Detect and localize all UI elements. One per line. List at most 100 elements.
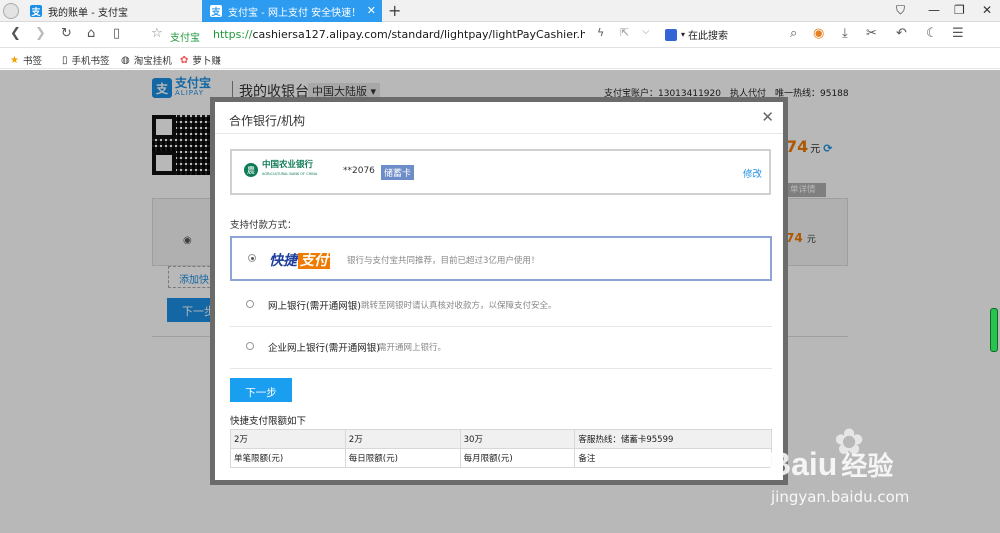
bookmark-label: 淘宝挂机	[133, 56, 172, 67]
table-cell: 客服热线：储蓄卡95599	[574, 429, 772, 449]
minimize-icon[interactable]: —	[928, 3, 940, 17]
bank-name-en: AGRICULTURAL BANK OF CHINA	[262, 172, 318, 176]
new-tab-button[interactable]: +	[388, 1, 401, 20]
tab-label: 支付宝 - 网上支付 安全快速！	[228, 7, 362, 19]
selected-bank-card[interactable]: 農 中国农业银行 AGRICULTURAL BANK OF CHINA **20…	[230, 149, 771, 195]
card-number: **2076	[343, 166, 375, 176]
close-icon[interactable]: ✕	[761, 108, 774, 126]
url-scheme: https://	[213, 28, 253, 41]
browser-tab-bar: 支 我的账单 - 支付宝 支 支付宝 - 网上支付 安全快速！ ✕ + ⛉ — …	[0, 0, 1000, 22]
phone-icon: ▯	[62, 54, 68, 66]
search-placeholder: 在此搜索	[688, 31, 729, 42]
bookmark-label: 手机书签	[71, 56, 110, 67]
bookmark-item-radish[interactable]: ✿ 萝卜赚	[180, 53, 221, 68]
watermark-brand: Baiu 经验	[768, 446, 893, 483]
bookmark-item-taobao[interactable]: ◍ 淘宝挂机	[121, 53, 172, 68]
card-type-badge: 储蓄卡	[381, 165, 415, 180]
watermark-url: jingyan.baidu.com	[771, 488, 910, 506]
radio-quick-pay[interactable]	[248, 254, 256, 262]
address-bar[interactable]: https://cashiersa127.alipay.com/standard…	[213, 28, 585, 41]
engine-dropdown-icon[interactable]: ▾	[681, 30, 685, 39]
tab-label: 我的账单 - 支付宝	[48, 7, 128, 19]
shirt-icon[interactable]: ⛉	[896, 3, 905, 18]
table-cell: 备注	[574, 448, 772, 468]
undo-icon[interactable]: ↶	[896, 26, 907, 41]
browser-nav-bar: ❮ ❯ ↻ ⌂ ▯ ☆ 支付宝 https://cashiersa127.ali…	[0, 22, 1000, 48]
site-identity[interactable]: 支付宝	[170, 29, 200, 44]
bookmark-item-mobile[interactable]: ▯ 手机书签	[62, 53, 110, 68]
game-icon[interactable]: ◉	[813, 26, 824, 41]
restore-icon[interactable]: ❐	[954, 3, 965, 17]
alipay-icon: 支	[210, 5, 222, 18]
quick-pay-logo: 快捷 支付	[269, 250, 330, 270]
table-row: 2万 2万 30万 客服热线：储蓄卡95599	[230, 429, 772, 449]
watermark-brand-en: Bai	[768, 446, 818, 482]
browser-logo-icon	[3, 3, 19, 19]
lightning-icon[interactable]: ϟ	[597, 26, 604, 39]
net-bank-desc: 跳转至网银时请认真核对收款方，以保障支付安全。	[361, 301, 557, 311]
option-quick-pay[interactable]: 快捷 支付 银行与支付宝共同推荐，目前已超过3亿用户使用！	[230, 236, 772, 281]
limit-title: 快捷支付限额如下	[230, 416, 307, 427]
tab-alipay-cashier[interactable]: 支 支付宝 - 网上支付 安全快速！ ✕	[202, 0, 382, 22]
menu-icon[interactable]: ☰	[952, 26, 964, 41]
search-engine-icon[interactable]	[665, 28, 677, 41]
modify-link[interactable]: 修改	[743, 166, 762, 180]
bookmark-label: 书签	[22, 56, 42, 67]
option-net-bank[interactable]: 网上银行(需开通网银) 跳转至网银时请认真核对收款方，以保障支付安全。	[230, 285, 772, 327]
bookmark-item-bookmarks[interactable]: ★ 书签	[10, 53, 42, 68]
back-icon[interactable]: ❮	[10, 26, 21, 41]
modal-title: 合作银行/机构	[229, 114, 306, 128]
reload-icon[interactable]: ↻	[61, 26, 72, 41]
radish-icon: ✿	[180, 54, 189, 66]
night-mode-icon[interactable]: ☾	[926, 26, 938, 41]
net-bank-label: 网上银行(需开通网银)	[268, 301, 361, 312]
quick-pay-label-pay: 支付	[298, 253, 330, 269]
tab-close-icon[interactable]: ✕	[367, 4, 376, 17]
forward-icon[interactable]: ❯	[35, 26, 46, 41]
bookmark-bar: ★ 书签 ▯ 手机书签 ◍ 淘宝挂机 ✿ 萝卜赚	[0, 48, 1000, 69]
bookmark-label: 萝卜赚	[192, 56, 221, 67]
bank-name-cn: 中国农业银行	[262, 160, 314, 170]
table-cell: 2万	[344, 429, 461, 449]
baidu-jingyan-watermark: ✿ Baiu 经验 jingyan.baidu.com	[768, 422, 968, 522]
side-scroll-handle[interactable]	[990, 308, 998, 352]
next-button[interactable]: 下一步	[230, 378, 292, 402]
table-cell: 每日限额(元)	[344, 448, 461, 468]
bank-modal-frame: 合作银行/机构 ✕ 農 中国农业银行 AGRICULTURAL BANK OF …	[210, 97, 788, 485]
table-cell: 2万	[230, 429, 346, 449]
bank-logo: 農 中国农业银行 AGRICULTURAL BANK OF CHINA	[244, 161, 317, 179]
table-row: 单笔限额(元) 每日限额(元) 每月限额(元) 备注	[230, 448, 772, 468]
table-cell: 单笔限额(元)	[230, 448, 346, 468]
url-text: cashiersa127.alipay.com/standard/lightpa…	[252, 28, 585, 41]
bank-modal: 合作银行/机构 ✕ 農 中国农业银行 AGRICULTURAL BANK OF …	[215, 102, 783, 480]
search-input[interactable]: ▾ 在此搜索	[665, 27, 728, 42]
quick-pay-label-main: 快捷	[269, 253, 297, 269]
corp-bank-label: 企业网上银行(需开通网银)	[268, 343, 380, 354]
cut-icon[interactable]: ✂	[866, 26, 877, 41]
radio-net-bank[interactable]	[246, 300, 254, 308]
corp-bank-desc: 需开通网上银行。	[378, 343, 447, 353]
dropdown-icon[interactable]: ⌵	[642, 26, 650, 37]
star-icon: ★	[10, 54, 19, 66]
radio-corp-bank[interactable]	[246, 342, 254, 350]
option-corp-bank[interactable]: 企业网上银行(需开通网银) 需开通网上银行。	[230, 327, 772, 369]
search-icon[interactable]: ⌕	[790, 26, 797, 41]
alipay-icon: 支	[30, 5, 42, 18]
paw-icon: u	[817, 446, 838, 482]
share-icon[interactable]: ⇱	[620, 26, 629, 39]
favorite-star-icon[interactable]: ☆	[151, 26, 163, 41]
watermark-brand-cn: 经验	[841, 451, 894, 481]
limit-table: 2万 2万 30万 客服热线：储蓄卡95599 单笔限额(元) 每日限额(元) …	[230, 429, 772, 468]
table-cell: 30万	[459, 429, 576, 449]
home-icon[interactable]: ⌂	[87, 26, 95, 41]
reader-icon[interactable]: ▯	[113, 26, 120, 41]
table-cell: 每月限额(元)	[459, 448, 576, 468]
support-methods-label: 支持付款方式：	[230, 220, 297, 231]
globe-icon: ◍	[121, 54, 130, 66]
abc-bank-icon: 農	[244, 163, 258, 177]
modal-header: 合作银行/机构 ✕	[215, 102, 783, 134]
tab-my-bill[interactable]: 支 我的账单 - 支付宝	[22, 0, 198, 22]
close-window-icon[interactable]: ✕	[982, 3, 992, 17]
download-icon[interactable]: ⤓	[842, 26, 848, 41]
quick-pay-desc: 银行与支付宝共同推荐，目前已超过3亿用户使用！	[347, 256, 540, 266]
